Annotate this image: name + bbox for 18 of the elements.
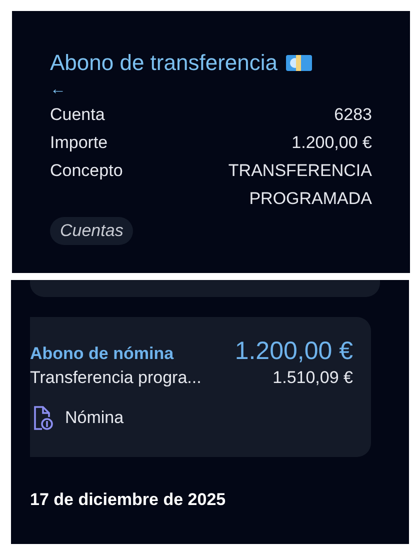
- row-value: 1.200,00 €: [290, 132, 372, 154]
- row-label: Cuenta: [50, 104, 105, 126]
- movement-card[interactable]: Abono de nómina 1.200,00 € Transferencia progra... 1.510,09 € Nómina: [30, 317, 371, 457]
- movement-description: Transferencia progra...: [30, 367, 202, 389]
- banknote-icon: [286, 55, 312, 71]
- row-label: Importe: [50, 132, 108, 154]
- movement-balance: 1.510,09 €: [272, 367, 353, 389]
- row-value: 6283: [333, 104, 372, 126]
- back-arrow[interactable]: ←: [50, 81, 66, 99]
- date-header: 17 de diciembre de 2025: [30, 489, 227, 511]
- movement-amount: 1.200,00 €: [234, 336, 353, 367]
- row-value: TRANSFERENCIA PROGRAMADA: [227, 160, 372, 210]
- document-coin-icon: [33, 405, 53, 431]
- row-label: Concepto: [50, 160, 123, 182]
- cuentas-chip[interactable]: Cuentas: [50, 217, 134, 245]
- category-label: Nómina: [65, 407, 124, 430]
- detail-title: Abono de transferencia: [50, 49, 278, 77]
- movement-title: Abono de nómina: [30, 343, 174, 365]
